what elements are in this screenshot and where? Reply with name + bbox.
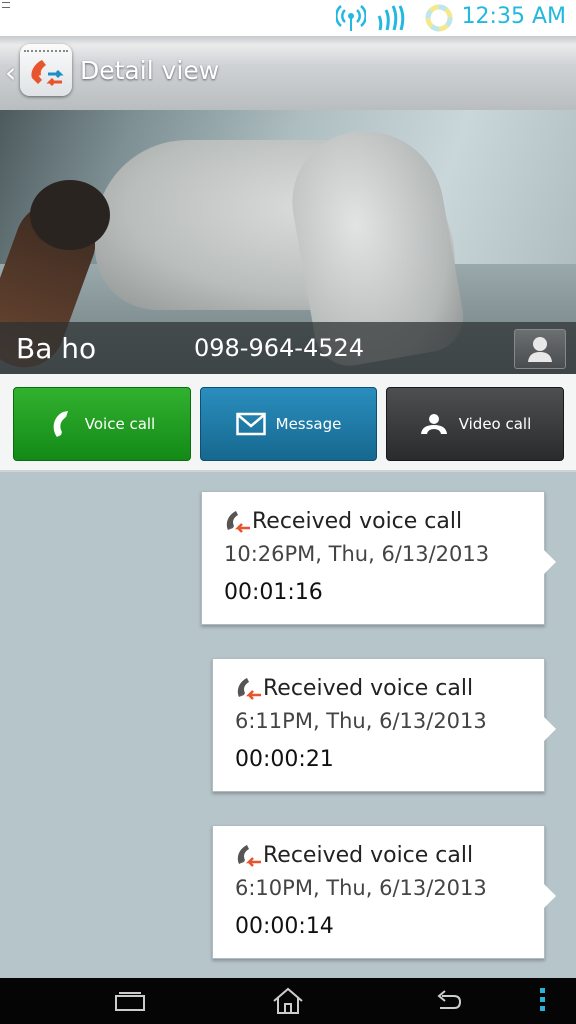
navigation-bar xyxy=(0,978,576,1024)
back-icon[interactable] xyxy=(428,986,468,1016)
home-icon[interactable] xyxy=(268,986,308,1016)
video-call-label: Video call xyxy=(458,415,532,433)
call-duration: 00:00:21 xyxy=(235,747,334,772)
message-label: Message xyxy=(275,415,342,433)
call-log-entry[interactable]: Received voice call 6:10PM, Thu, 6/13/20… xyxy=(212,825,556,959)
call-duration: 00:01:16 xyxy=(224,580,323,605)
received-call-icon xyxy=(237,678,261,700)
call-log-entry[interactable]: Received voice call 10:26PM, Thu, 6/13/2… xyxy=(201,491,556,625)
call-duration: 00:00:14 xyxy=(235,914,334,939)
call-datetime: 10:26PM, Thu, 6/13/2013 xyxy=(224,542,490,566)
call-type: Received voice call xyxy=(224,508,462,534)
message-button[interactable]: Message xyxy=(200,387,377,461)
call-type: Received voice call xyxy=(235,842,473,868)
envelope-icon xyxy=(235,412,266,436)
signal-icon xyxy=(377,5,405,31)
received-call-icon xyxy=(226,511,250,533)
status-bar: 12:35 AM xyxy=(0,0,576,36)
contact-phone: 098-964-4524 xyxy=(194,334,365,362)
back-chevron-icon[interactable]: ‹ xyxy=(5,56,16,89)
status-clock: 12:35 AM xyxy=(461,4,566,29)
call-log-app-icon[interactable] xyxy=(20,44,72,96)
page-title: Detail view xyxy=(80,56,220,85)
call-log-entry[interactable]: Received voice call 6:11PM, Thu, 6/13/20… xyxy=(212,658,556,792)
voice-call-button[interactable]: Voice call xyxy=(13,387,191,461)
call-type: Received voice call xyxy=(235,675,473,701)
menu-icon[interactable] xyxy=(540,988,546,1014)
wifi-hotspot-icon xyxy=(336,5,366,31)
call-datetime: 6:11PM, Thu, 6/13/2013 xyxy=(235,709,487,733)
voice-call-label: Voice call xyxy=(84,415,156,433)
received-call-icon xyxy=(237,845,261,867)
call-datetime: 6:10PM, Thu, 6/13/2013 xyxy=(235,876,487,900)
notification-icon xyxy=(2,2,10,8)
app-bar: ‹ Detail view xyxy=(0,36,576,112)
contact-details-button[interactable] xyxy=(514,329,566,369)
person-icon xyxy=(420,414,447,434)
phone-icon xyxy=(53,411,68,437)
contact-name-bar: Ba ho 098-964-4524 xyxy=(0,322,576,374)
action-bar: Voice call Message Video call xyxy=(0,374,576,472)
video-call-button[interactable]: Video call xyxy=(386,387,564,461)
person-icon xyxy=(528,337,552,362)
contact-name: Ba ho xyxy=(16,332,97,365)
recent-apps-icon[interactable] xyxy=(110,986,150,1016)
sync-icon xyxy=(425,4,453,32)
call-log-list: Received voice call 10:26PM, Thu, 6/13/2… xyxy=(0,472,576,978)
